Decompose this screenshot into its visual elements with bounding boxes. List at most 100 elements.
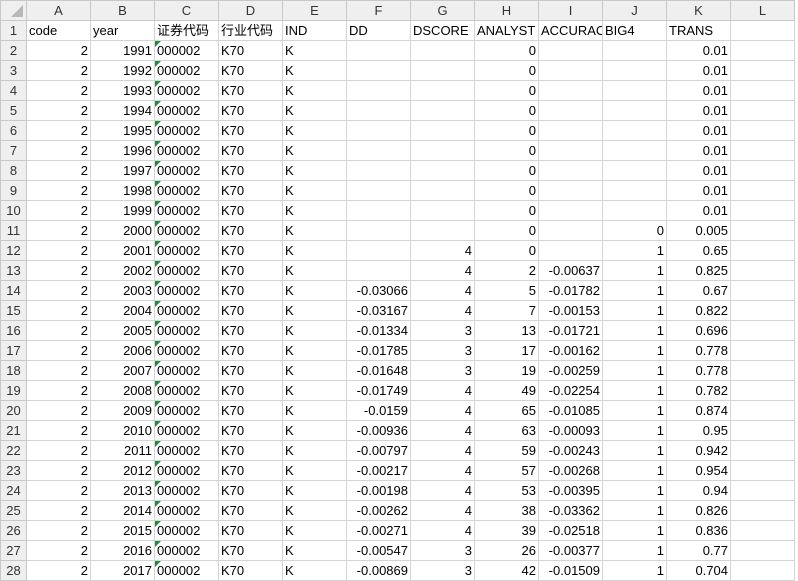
cell[interactable]: K	[282, 180, 347, 201]
row-header-10[interactable]: 10	[0, 200, 27, 221]
cell[interactable]	[730, 520, 795, 541]
column-header-K[interactable]: K	[666, 0, 731, 21]
cell[interactable]: 3	[410, 360, 475, 381]
cell[interactable]: 38	[474, 500, 539, 521]
cell[interactable]: 2	[26, 320, 91, 341]
cell[interactable]: 4	[410, 260, 475, 281]
cell[interactable]	[602, 60, 667, 81]
cell[interactable]: K70	[218, 220, 283, 241]
cell[interactable]: 2014	[90, 500, 155, 521]
cell[interactable]	[538, 220, 603, 241]
cell[interactable]: 000002	[154, 400, 219, 421]
cell[interactable]: 1	[602, 260, 667, 281]
cell[interactable]: K	[282, 140, 347, 161]
cell[interactable]: 4	[410, 480, 475, 501]
cell[interactable]: 4	[410, 280, 475, 301]
cell[interactable]	[346, 120, 411, 141]
cell[interactable]: 4	[410, 500, 475, 521]
cell[interactable]: 2	[474, 260, 539, 281]
cell[interactable]: K	[282, 260, 347, 281]
cell[interactable]: 0.942	[666, 440, 731, 461]
cell[interactable]: 1999	[90, 200, 155, 221]
cell[interactable]: K70	[218, 140, 283, 161]
cell[interactable]	[730, 300, 795, 321]
row-header-2[interactable]: 2	[0, 40, 27, 61]
cell[interactable]: K70	[218, 460, 283, 481]
column-header-H[interactable]: H	[474, 0, 539, 21]
cell[interactable]: 7	[474, 300, 539, 321]
cell[interactable]: 1	[602, 320, 667, 341]
cell[interactable]: 1998	[90, 180, 155, 201]
cell[interactable]: 000002	[154, 140, 219, 161]
cell[interactable]: 2	[26, 420, 91, 441]
row-header-14[interactable]: 14	[0, 280, 27, 301]
cell[interactable]: 2	[26, 400, 91, 421]
cell[interactable]: -0.03167	[346, 300, 411, 321]
cell[interactable]: 0.954	[666, 460, 731, 481]
cell[interactable]: 0	[474, 160, 539, 181]
cell[interactable]	[538, 60, 603, 81]
row-header-17[interactable]: 17	[0, 340, 27, 361]
cell[interactable]: 2	[26, 160, 91, 181]
select-all-button[interactable]	[0, 0, 27, 21]
cell[interactable]: 13	[474, 320, 539, 341]
cell[interactable]	[346, 220, 411, 241]
cell[interactable]: -0.00377	[538, 540, 603, 561]
cell[interactable]: 000002	[154, 440, 219, 461]
cell[interactable]: 2	[26, 540, 91, 561]
cell[interactable]: K70	[218, 260, 283, 281]
cell[interactable]: 53	[474, 480, 539, 501]
cell[interactable]: 1997	[90, 160, 155, 181]
cell[interactable]: K	[282, 400, 347, 421]
cell[interactable]	[410, 60, 475, 81]
cell[interactable]: 0.95	[666, 420, 731, 441]
cell[interactable]: 4	[410, 380, 475, 401]
cell[interactable]	[730, 500, 795, 521]
cell[interactable]: -0.02254	[538, 380, 603, 401]
cell[interactable]: K	[282, 80, 347, 101]
cell[interactable]: K	[282, 500, 347, 521]
header-cell[interactable]: ACCURACY	[538, 20, 603, 41]
column-header-A[interactable]: A	[26, 0, 91, 21]
cell[interactable]	[730, 120, 795, 141]
cell[interactable]: K	[282, 60, 347, 81]
cell[interactable]	[730, 180, 795, 201]
cell[interactable]: 2	[26, 280, 91, 301]
cell[interactable]: K70	[218, 360, 283, 381]
cell[interactable]	[730, 140, 795, 161]
cell[interactable]: 19	[474, 360, 539, 381]
cell[interactable]	[730, 440, 795, 461]
cell[interactable]: -0.01648	[346, 360, 411, 381]
cell[interactable]: 1	[602, 420, 667, 441]
cell[interactable]: 2	[26, 100, 91, 121]
cell[interactable]: 0	[474, 40, 539, 61]
cell[interactable]: 0.822	[666, 300, 731, 321]
cell[interactable]: 000002	[154, 480, 219, 501]
row-header-27[interactable]: 27	[0, 540, 27, 561]
cell[interactable]: 000002	[154, 160, 219, 181]
cell[interactable]: 2	[26, 460, 91, 481]
cell[interactable]: -0.01785	[346, 340, 411, 361]
cell[interactable]: 2016	[90, 540, 155, 561]
cell[interactable]: 0	[474, 220, 539, 241]
column-header-I[interactable]: I	[538, 0, 603, 21]
cell[interactable]: 3	[410, 560, 475, 581]
cell[interactable]	[538, 200, 603, 221]
cell[interactable]: 2002	[90, 260, 155, 281]
cell[interactable]	[538, 40, 603, 61]
cell[interactable]: 0.01	[666, 80, 731, 101]
cell[interactable]: 1994	[90, 100, 155, 121]
cell[interactable]: K70	[218, 180, 283, 201]
cell[interactable]	[538, 100, 603, 121]
header-cell[interactable]: DD	[346, 20, 411, 41]
cell[interactable]: K	[282, 480, 347, 501]
cell[interactable]: -0.00262	[346, 500, 411, 521]
cell[interactable]	[410, 200, 475, 221]
cell[interactable]	[730, 400, 795, 421]
cell[interactable]: 1992	[90, 60, 155, 81]
cell[interactable]	[538, 140, 603, 161]
cell[interactable]: 0.704	[666, 560, 731, 581]
column-header-B[interactable]: B	[90, 0, 155, 21]
cell[interactable]: 1	[602, 380, 667, 401]
cell[interactable]: K70	[218, 500, 283, 521]
